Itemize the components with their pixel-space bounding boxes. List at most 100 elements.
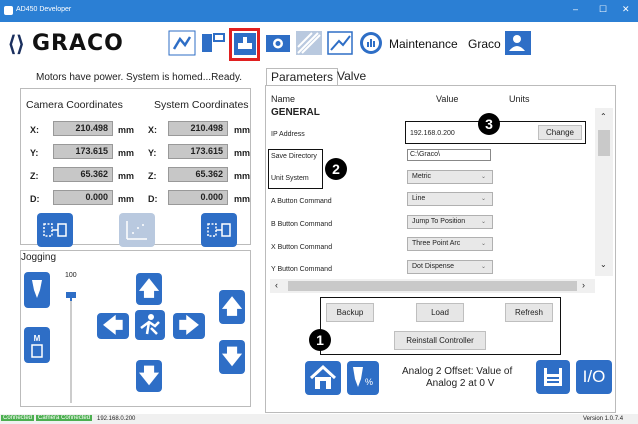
offset-calibration-button[interactable] bbox=[119, 213, 155, 247]
x-button-select[interactable]: Three Point Arc ⌄ bbox=[407, 237, 493, 251]
coordinates-panel: Camera Coordinates System Coordinates X:… bbox=[20, 88, 251, 247]
chevron-down-icon: ⌄ bbox=[480, 174, 486, 180]
refresh-button[interactable]: Refresh bbox=[505, 303, 553, 322]
param-name: B Button Command bbox=[271, 221, 333, 228]
axis-label: Y: bbox=[30, 148, 39, 158]
tab-parameters[interactable]: Parameters bbox=[266, 68, 339, 85]
scroll-thumb[interactable] bbox=[598, 130, 610, 156]
horizontal-scrollbar[interactable]: ‹ › bbox=[270, 279, 595, 293]
axis-label: Y: bbox=[148, 148, 157, 158]
title-bar: AD450 Developer – ☐ ✕ bbox=[0, 0, 638, 22]
callout-1-badge: 1 bbox=[309, 329, 331, 351]
unit-system-select[interactable]: Metric ⌄ bbox=[407, 170, 493, 184]
scroll-down-icon[interactable]: ⌄ bbox=[600, 260, 607, 269]
unit-label: mm bbox=[234, 194, 251, 204]
valve-jog-button[interactable]: M bbox=[24, 327, 50, 363]
jog-left-button[interactable]: 🡄 bbox=[97, 313, 129, 339]
jog-up-button[interactable]: 🡅 bbox=[136, 273, 162, 305]
scroll-up-icon[interactable]: ⌃ bbox=[600, 112, 607, 121]
save-button[interactable] bbox=[536, 360, 570, 394]
jog-speed-slider[interactable] bbox=[66, 292, 76, 298]
system-to-camera-button[interactable] bbox=[201, 213, 237, 247]
callout-2-badge: 2 bbox=[325, 158, 347, 180]
y-button-select[interactable]: Dot Dispense ⌄ bbox=[407, 260, 493, 274]
svg-text:M: M bbox=[34, 334, 41, 343]
window-title: AD450 Developer bbox=[16, 6, 72, 13]
param-name: X Button Command bbox=[271, 244, 333, 251]
minimize-button[interactable]: – bbox=[573, 4, 578, 14]
tab-valve[interactable]: Valve bbox=[337, 69, 366, 83]
backup-button[interactable]: Backup bbox=[326, 303, 374, 322]
close-button[interactable]: ✕ bbox=[622, 4, 630, 15]
chevron-down-icon: ⌄ bbox=[480, 241, 486, 247]
value-column-header: Value bbox=[436, 94, 459, 104]
vertical-scrollbar[interactable]: ⌃ ⌄ bbox=[595, 108, 613, 276]
system-x-value: 210.498 bbox=[168, 121, 228, 136]
analog-offset-line2: Analog 2 at 0 V bbox=[426, 378, 495, 389]
version-label: Version 1.0.7.4 bbox=[583, 416, 624, 422]
camera-nav-icon[interactable] bbox=[263, 29, 293, 57]
system-coordinates-title: System Coordinates bbox=[154, 99, 249, 111]
unit-label: mm bbox=[234, 125, 251, 135]
reinstall-controller-button[interactable]: Reinstall Controller bbox=[394, 331, 486, 350]
camera-z-value: 65.362 bbox=[53, 167, 113, 182]
camera-to-system-button[interactable] bbox=[37, 213, 73, 247]
a-button-select[interactable]: Line ⌄ bbox=[407, 192, 493, 206]
axis-label: Z: bbox=[148, 171, 157, 181]
axis-label: Z: bbox=[30, 171, 39, 181]
scroll-left-icon[interactable]: ‹ bbox=[275, 280, 278, 290]
jog-z-up-button[interactable]: 🡅 bbox=[219, 290, 245, 324]
svg-text:%: % bbox=[365, 377, 373, 387]
user-label: Graco bbox=[468, 37, 501, 51]
graco-logo-icon: ⟨⟩ bbox=[8, 33, 25, 56]
home-button[interactable] bbox=[305, 361, 341, 395]
dispense-jog-button[interactable] bbox=[24, 272, 50, 308]
change-button[interactable]: Change bbox=[538, 125, 582, 140]
jog-down-button[interactable]: 🡇 bbox=[136, 360, 162, 392]
chart-nav-icon[interactable] bbox=[325, 29, 355, 57]
maintenance-nav-icon[interactable] bbox=[229, 28, 260, 61]
camera-d-value: 0.000 bbox=[53, 190, 113, 205]
pattern-nav-icon[interactable] bbox=[294, 29, 324, 57]
load-button[interactable]: Load bbox=[416, 303, 464, 322]
chevron-down-icon: ⌄ bbox=[480, 196, 486, 202]
scroll-right-icon[interactable]: › bbox=[582, 280, 585, 290]
io-button[interactable]: I/O bbox=[576, 360, 612, 394]
dispense-nav-icon[interactable] bbox=[167, 29, 197, 57]
analog-offset-line1: Analog 2 Offset: Value of bbox=[402, 366, 513, 377]
camera-y-value: 173.615 bbox=[53, 144, 113, 159]
axis-label: D: bbox=[30, 194, 40, 204]
param-name: Y Button Command bbox=[271, 266, 332, 273]
connected-status: Connected bbox=[1, 415, 35, 421]
ip-address-value: 192.168.0.200 bbox=[410, 130, 455, 137]
maximize-button[interactable]: ☐ bbox=[599, 4, 607, 15]
graco-logo-text: GRACO bbox=[32, 31, 124, 56]
jog-z-down-button[interactable]: 🡇 bbox=[219, 340, 245, 374]
select-value: Dot Dispense bbox=[412, 263, 455, 270]
analytics-nav-icon[interactable] bbox=[356, 29, 386, 57]
unit-label: mm bbox=[234, 148, 251, 158]
chevron-down-icon: ⌄ bbox=[480, 264, 486, 270]
operator-nav-icon[interactable] bbox=[198, 29, 228, 57]
jog-speed-value: 100 bbox=[65, 272, 77, 279]
jog-home-button[interactable] bbox=[135, 310, 165, 340]
unit-label: mm bbox=[118, 148, 135, 158]
save-directory-input[interactable]: C:\Graco\ bbox=[407, 149, 491, 161]
unit-label: mm bbox=[118, 125, 135, 135]
jog-speed-fill bbox=[70, 298, 72, 301]
purge-valve-button[interactable]: % bbox=[347, 361, 379, 395]
camera-connected-status: Camera Connected bbox=[36, 415, 93, 421]
select-value: Jump To Position bbox=[412, 218, 466, 225]
h-scroll-thumb[interactable] bbox=[288, 281, 577, 291]
camera-coordinates-title: Camera Coordinates bbox=[26, 99, 123, 111]
user-icon[interactable] bbox=[503, 29, 533, 57]
jog-right-button[interactable]: 🡆 bbox=[173, 313, 205, 339]
param-name: Save Directory bbox=[271, 153, 317, 160]
param-name: Unit System bbox=[271, 175, 309, 182]
axis-label: X: bbox=[30, 125, 39, 135]
section-title: GENERAL bbox=[271, 107, 320, 118]
status-message: Motors have power. System is homed...Rea… bbox=[36, 72, 243, 83]
b-button-select[interactable]: Jump To Position ⌄ bbox=[407, 215, 493, 229]
ip-status: 192.168.0.200 bbox=[97, 416, 136, 422]
status-bar: Connected Camera Connected 192.168.0.200… bbox=[0, 414, 638, 424]
